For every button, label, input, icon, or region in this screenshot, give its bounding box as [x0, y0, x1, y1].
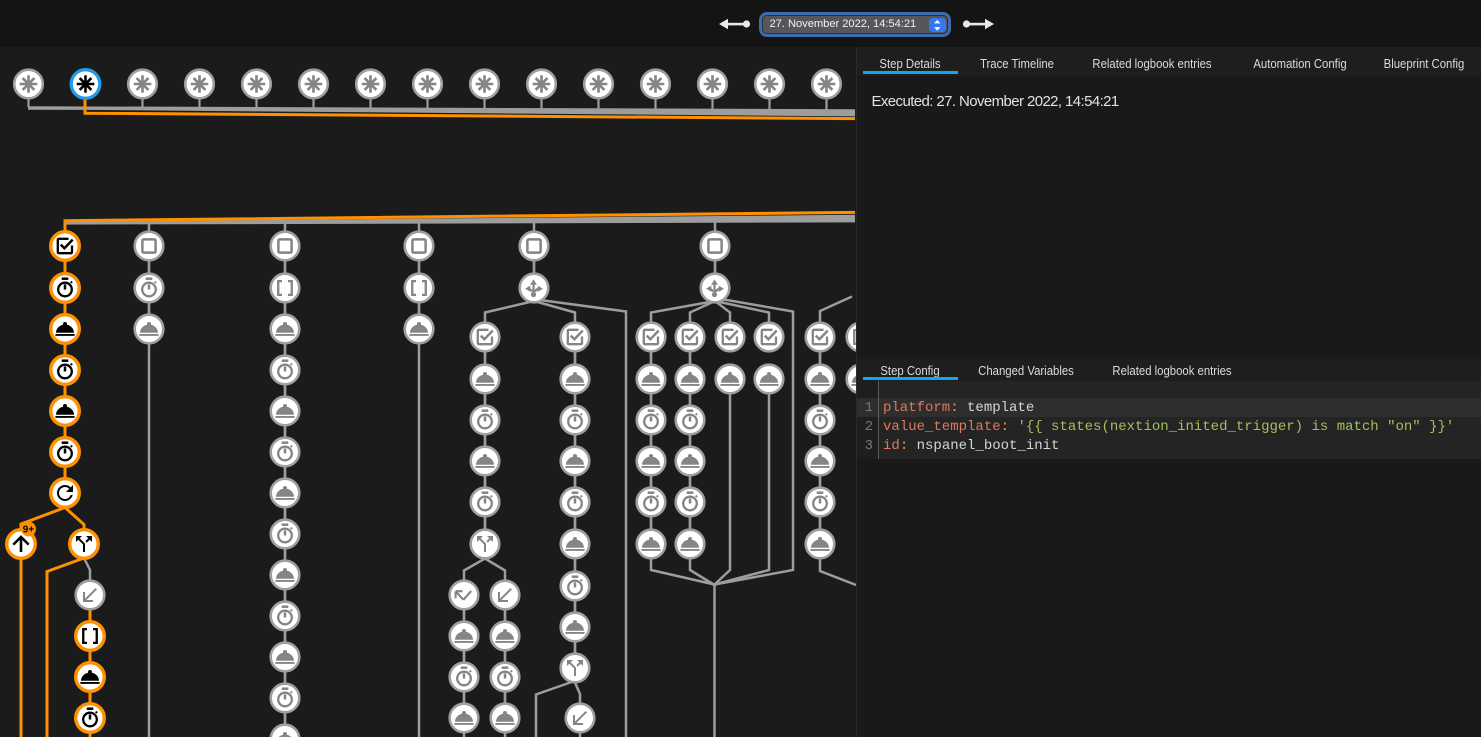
svg-text:9+: 9+ — [23, 525, 35, 536]
